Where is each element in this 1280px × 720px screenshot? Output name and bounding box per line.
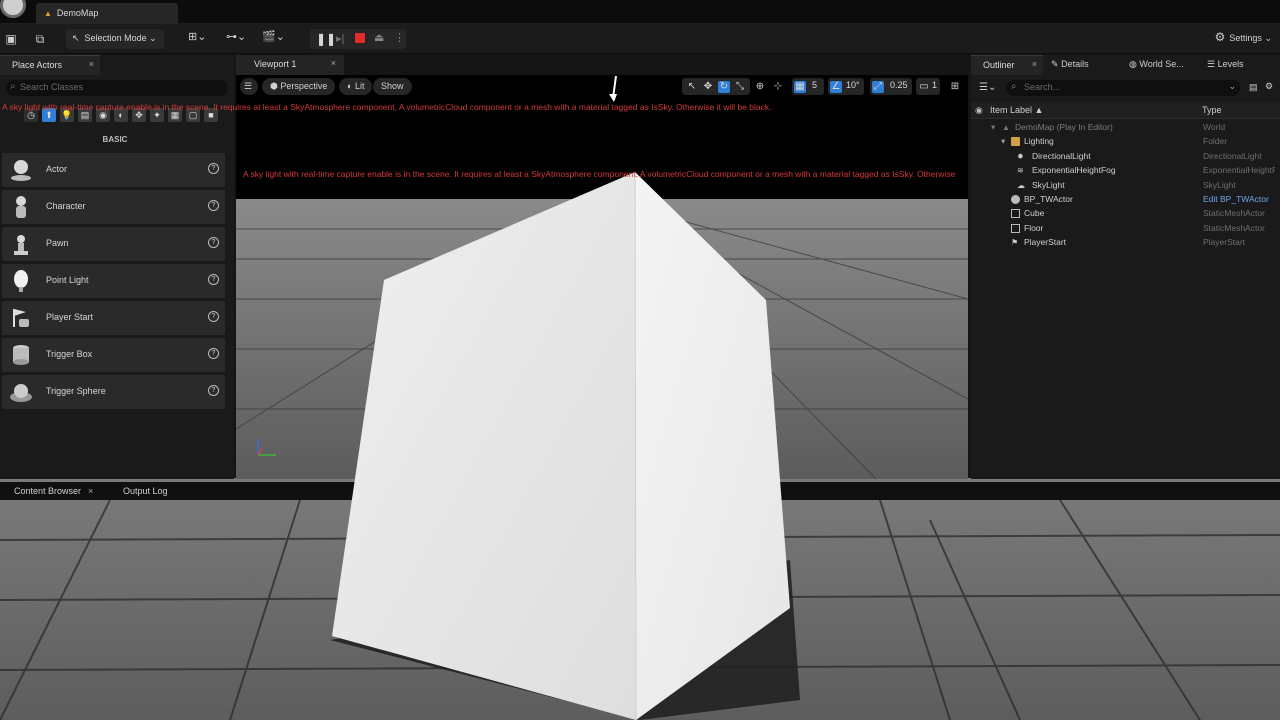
skylight-warning-message-viewport: A sky light with real-time capture enabl… [243, 169, 956, 179]
skylight-warning-message: A sky light with real-time capture enabl… [2, 102, 772, 112]
mouse-cursor-icon [609, 75, 617, 102]
